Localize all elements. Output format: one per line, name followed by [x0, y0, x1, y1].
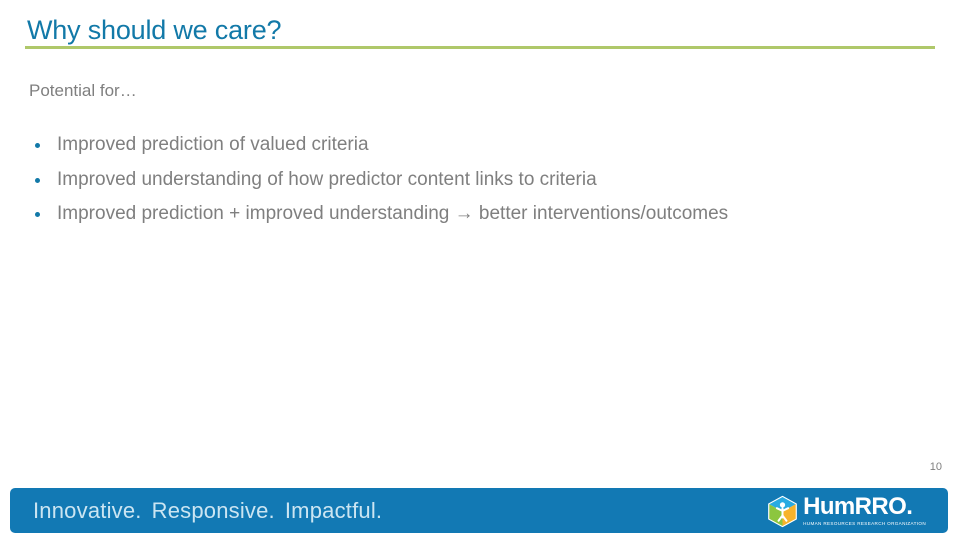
humrro-logo: HumRRO. HUMAN RESOURCES RESEARCH ORGANIZ…: [766, 493, 926, 529]
title-divider: [25, 46, 935, 49]
bullet-list: Improved prediction of valued criteria I…: [29, 128, 934, 232]
footer-tagline-word-3: Impactful.: [284, 498, 383, 523]
logo-text-block: HumRRO. HUMAN RESOURCES RESEARCH ORGANIZ…: [803, 495, 926, 527]
list-item: Improved understanding of how predictor …: [29, 163, 934, 198]
subheading: Potential for…: [29, 81, 137, 100]
footer-tagline-word-1: Innovative.: [33, 498, 142, 523]
logo-wordmark: HumRRO.: [803, 493, 913, 520]
bullet-dot-icon: [35, 143, 40, 148]
list-item: Improved prediction + improved understan…: [29, 197, 934, 232]
list-item-label: Improved prediction + improved understan…: [57, 203, 729, 224]
bullet-dot-icon: [35, 212, 40, 217]
list-item-label: Improved prediction of valued criteria: [57, 134, 369, 155]
list-item: Improved prediction of valued criteria: [29, 128, 934, 163]
logo-tagline: HUMAN RESOURCES RESEARCH ORGANIZATION: [803, 521, 926, 526]
cube-logo-icon: [768, 495, 797, 527]
bullet-dot-icon: [35, 177, 40, 183]
page-number: 10: [929, 461, 942, 473]
footer-bar: Innovative. Responsive. Impactful. HumRRO.…: [10, 488, 948, 533]
slide-canvas: Why should we care? Potential for… Impro…: [0, 0, 960, 540]
page-title: Why should we care?: [27, 15, 282, 45]
footer-tagline: Innovative. Responsive. Impactful.: [33, 497, 382, 525]
list-item-label: Improved understanding of how predictor …: [57, 168, 597, 190]
footer-tagline-word-2: Responsive.: [151, 498, 275, 523]
